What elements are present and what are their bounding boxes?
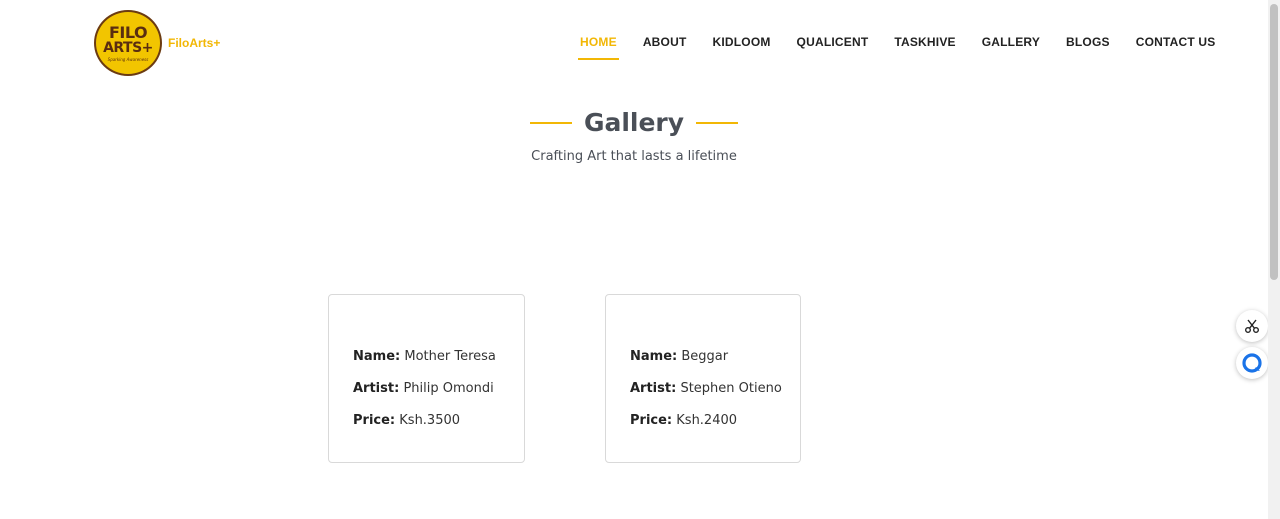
card-name-row: Name: Mother Teresa (353, 349, 524, 364)
chat-button[interactable] (1236, 347, 1268, 379)
page-subtitle: Crafting Art that lasts a lifetime (531, 149, 737, 164)
name-label: Name: (353, 349, 401, 364)
card-artist-row: Artist: Philip Omondi (353, 381, 524, 396)
brand-logo: FILO ARTS+ Sparking Awareness (94, 10, 162, 76)
card-price-row: Price: Ksh.3500 (353, 413, 524, 428)
card-artist-row: Artist: Stephen Otieno (630, 381, 800, 396)
title-row: Gallery (0, 108, 1268, 137)
nav-item-taskhive[interactable]: TASKHIVE (894, 35, 955, 54)
nav-item-about[interactable]: ABOUT (643, 35, 687, 54)
scrollbar-thumb[interactable] (1270, 4, 1278, 280)
artist-name: Philip Omondi (403, 381, 494, 396)
artwork-name: Beggar (681, 349, 729, 364)
nav-item-blogs[interactable]: BLOGS (1066, 35, 1110, 54)
gallery-heading-block: Gallery Crafting Art that lasts a lifeti… (0, 108, 1268, 164)
site-header: FILO ARTS+ Sparking Awareness FiloArts+ … (0, 0, 1268, 86)
gallery-card: Name: Mother Teresa Artist: Philip Omond… (328, 294, 525, 463)
card-price-row: Price: Ksh.2400 (630, 413, 800, 428)
gallery-card: Name: Beggar Artist: Stephen Otieno Pric… (605, 294, 801, 463)
page-title: Gallery (583, 108, 685, 137)
artist-name: Stephen Otieno (680, 381, 782, 396)
price-label: Price: (630, 413, 673, 428)
title-divider-right (696, 121, 739, 124)
logo-text-line2: ARTS+ (103, 39, 153, 56)
artwork-price: Ksh.2400 (676, 413, 738, 428)
card-name-row: Name: Beggar (630, 349, 800, 364)
logo-tagline: Sparking Awareness (107, 56, 149, 62)
brand-logo-link[interactable]: FILO ARTS+ Sparking Awareness FiloArts+ (94, 10, 220, 76)
logo-text-line1: FILO (108, 22, 148, 42)
artist-label: Artist: (353, 381, 400, 396)
brand-name[interactable]: FiloArts+ (168, 36, 220, 50)
title-divider-left (529, 121, 572, 124)
artwork-price: Ksh.3500 (399, 413, 461, 428)
main-nav: HOME ABOUT KIDLOOM QUALICENT TASKHIVE GA… (578, 35, 1241, 60)
artwork-name: Mother Teresa (404, 349, 496, 364)
nav-item-kidloom[interactable]: KIDLOOM (712, 35, 770, 54)
page-scrollbar[interactable] (1268, 0, 1280, 519)
name-label: Name: (630, 349, 678, 364)
nav-item-contact-us[interactable]: CONTACT US (1136, 35, 1216, 54)
nav-item-gallery[interactable]: GALLERY (982, 35, 1040, 54)
artist-label: Artist: (630, 381, 677, 396)
scissors-icon (1245, 319, 1259, 333)
nav-item-home[interactable]: HOME (578, 35, 619, 60)
scissors-button[interactable] (1236, 310, 1268, 342)
price-label: Price: (353, 413, 396, 428)
nav-item-qualicent[interactable]: QUALICENT (797, 35, 869, 54)
chat-bubble-icon (1242, 353, 1262, 373)
